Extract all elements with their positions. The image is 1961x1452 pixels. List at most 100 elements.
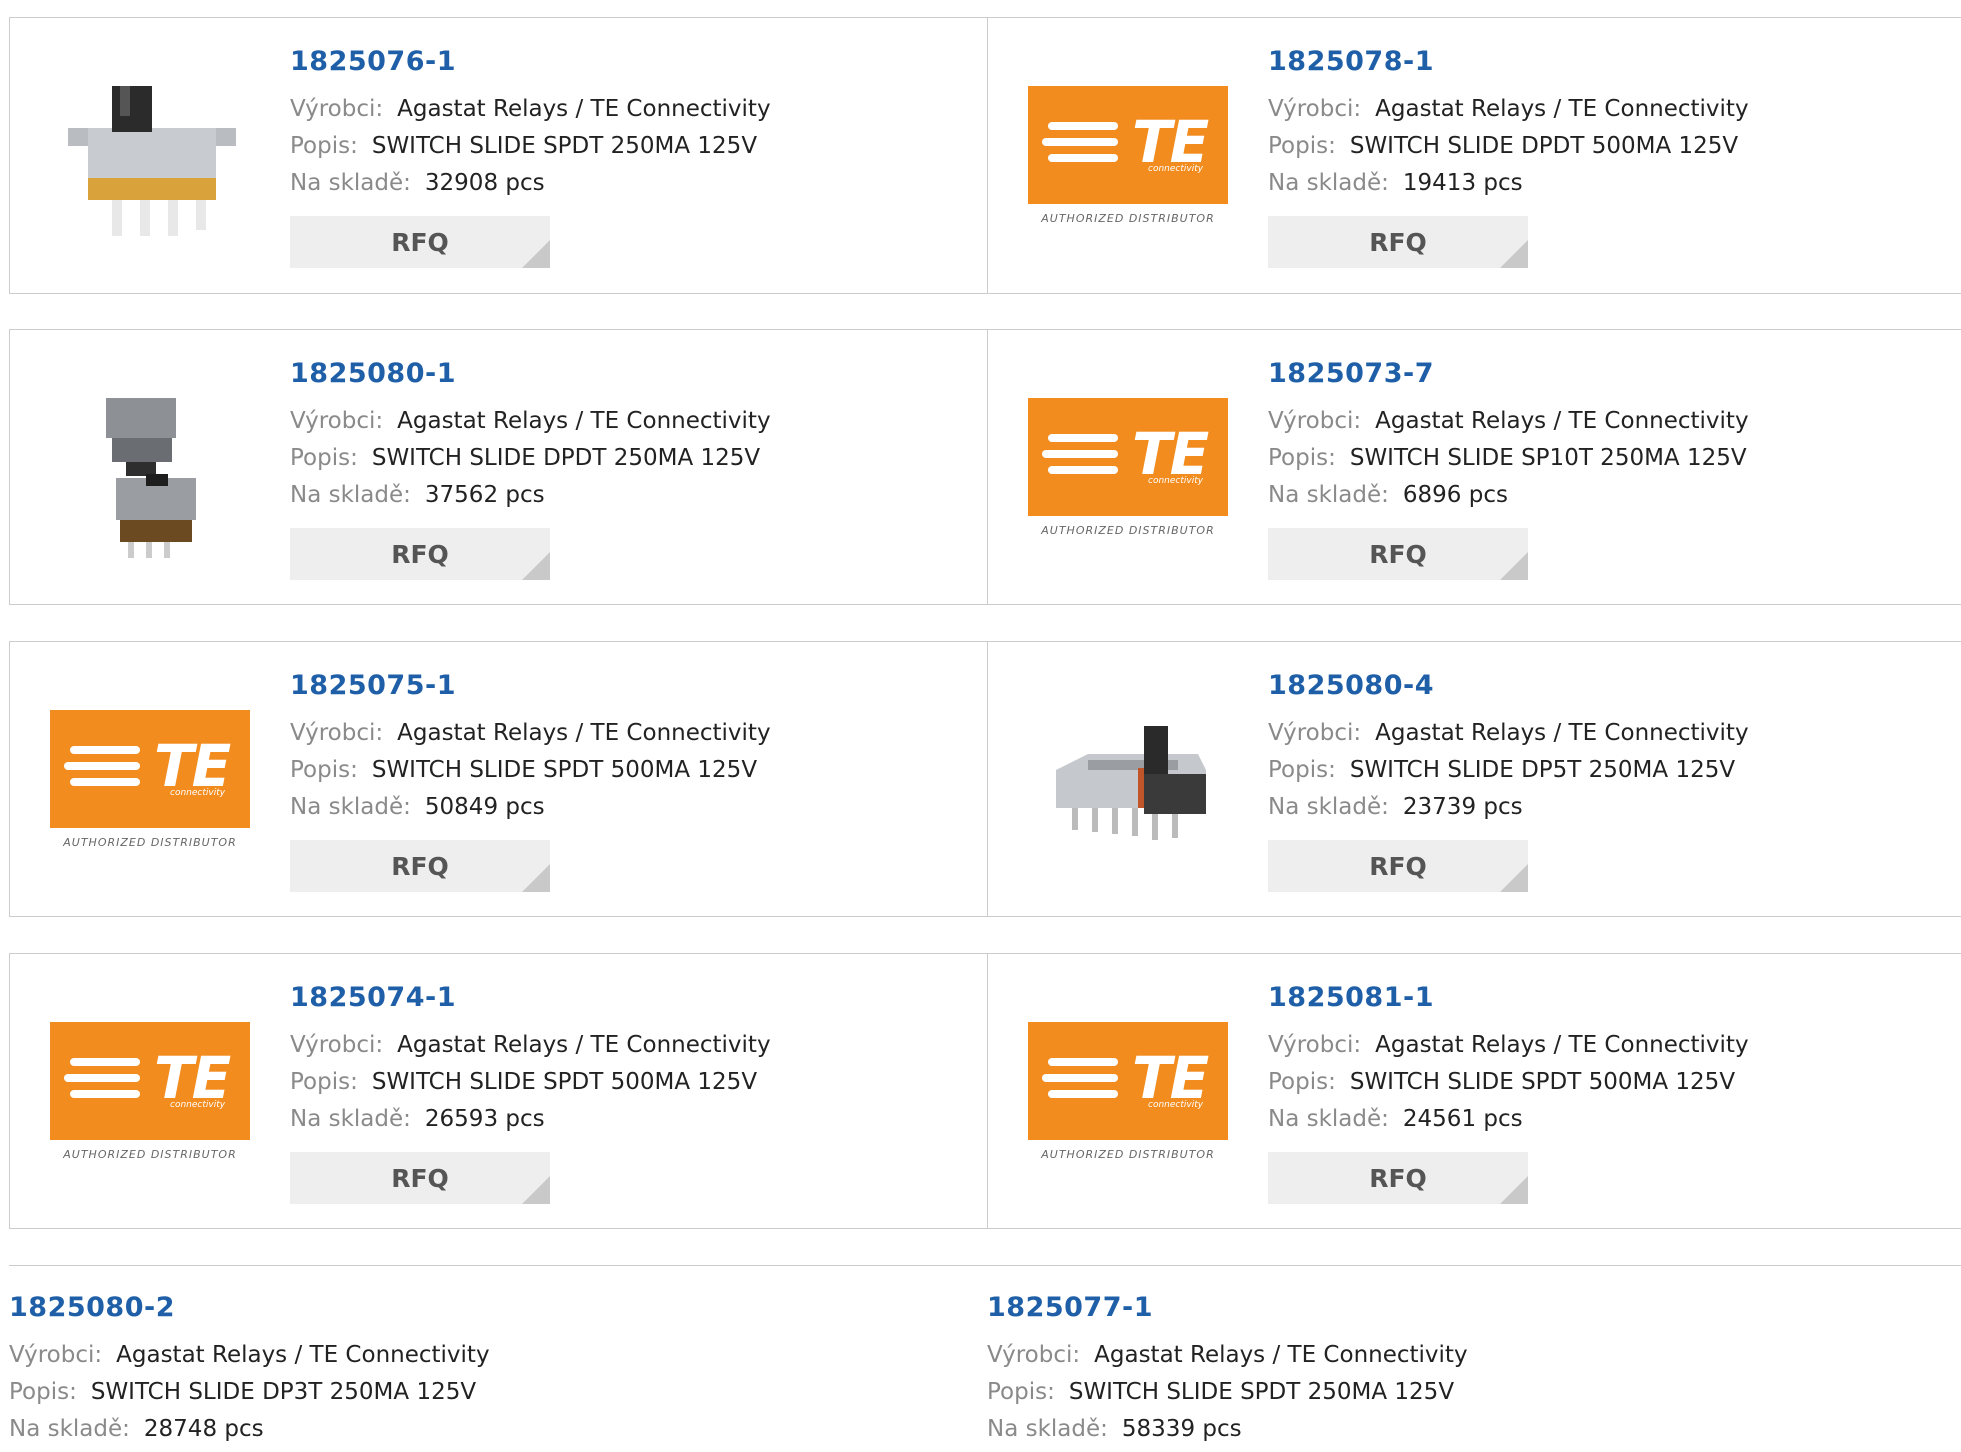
manufacturer-label: Výrobci:: [987, 1342, 1081, 1368]
corner-arrow-icon: [1500, 552, 1528, 580]
stock-value: 19413 pcs: [1402, 170, 1523, 196]
product-card: TE connectivity AUTHORIZED DISTRIBUTOR 1…: [987, 17, 1961, 294]
manufacturer-value: Agastat Relays / TE Connectivity: [397, 720, 771, 746]
manufacturer-label: Výrobci:: [290, 96, 384, 122]
stock-label: Na skladě:: [1268, 794, 1389, 820]
product-image[interactable]: [50, 66, 250, 254]
manufacturer-label: Výrobci:: [9, 1342, 103, 1368]
product-card: 1825076-1 Výrobci: Agastat Relays / TE Co…: [9, 17, 988, 294]
description-value: SWITCH SLIDE DP5T 250MA 125V: [1349, 757, 1736, 783]
stock-label: Na skladě:: [290, 1106, 411, 1132]
part-number-link[interactable]: 1825076-1: [290, 46, 771, 77]
manufacturer-value: Agastat Relays / TE Connectivity: [1375, 408, 1749, 434]
description-value: SWITCH SLIDE SPDT 500MA 125V: [371, 757, 758, 783]
manufacturer-value: Agastat Relays / TE Connectivity: [116, 1342, 490, 1368]
corner-arrow-icon: [1500, 240, 1528, 268]
stock-value: 23739 pcs: [1402, 794, 1523, 820]
stock-label: Na skladě:: [1268, 170, 1389, 196]
corner-arrow-icon: [1500, 1176, 1528, 1204]
description-value: SWITCH SLIDE SPDT 250MA 125V: [371, 133, 758, 159]
manufacturer-value: Agastat Relays / TE Connectivity: [1375, 720, 1749, 746]
part-number-link[interactable]: 1825073-7: [1268, 358, 1749, 389]
product-card: TE connectivity AUTHORIZED DISTRIBUTOR 1…: [987, 329, 1961, 605]
description-label: Popis:: [290, 445, 358, 471]
part-number-link[interactable]: 1825075-1: [290, 670, 771, 701]
manufacturer-value: Agastat Relays / TE Connectivity: [397, 1032, 771, 1058]
rfq-button-label: RFQ: [1369, 851, 1427, 881]
description-value: SWITCH SLIDE SPDT 500MA 125V: [371, 1069, 758, 1095]
description-value: SWITCH SLIDE SP10T 250MA 125V: [1349, 445, 1747, 471]
description-label: Popis:: [9, 1379, 77, 1405]
stock-label: Na skladě:: [290, 482, 411, 508]
rfq-button-label: RFQ: [1369, 539, 1427, 569]
manufacturer-label: Výrobci:: [1268, 720, 1362, 746]
rfq-button[interactable]: RFQ: [290, 528, 550, 580]
rfq-button[interactable]: RFQ: [1268, 1152, 1528, 1204]
corner-arrow-icon: [522, 240, 550, 268]
part-number-link[interactable]: 1825080-4: [1268, 670, 1749, 701]
product-image[interactable]: TE connectivity AUTHORIZED DISTRIBUTOR: [1028, 66, 1228, 254]
product-image[interactable]: [1028, 690, 1228, 878]
product-card: 1825080-2 Výrobci: Agastat Relays / TE Co…: [9, 1265, 988, 1452]
stock-label: Na skladě:: [1268, 1106, 1389, 1132]
stock-value: 32908 pcs: [424, 170, 545, 196]
manufacturer-label: Výrobci:: [290, 720, 384, 746]
part-number-link[interactable]: 1825080-1: [290, 358, 771, 389]
rfq-button-label: RFQ: [391, 227, 449, 257]
product-image[interactable]: TE connectivity AUTHORIZED DISTRIBUTOR: [1028, 1002, 1228, 1190]
description-label: Popis:: [290, 133, 358, 159]
rfq-button[interactable]: RFQ: [290, 216, 550, 268]
te-connectivity-logo: TE connectivity AUTHORIZED DISTRIBUTOR: [1028, 398, 1228, 546]
rfq-button[interactable]: RFQ: [1268, 216, 1528, 268]
te-connectivity-logo: TE connectivity AUTHORIZED DISTRIBUTOR: [50, 710, 250, 858]
manufacturer-value: Agastat Relays / TE Connectivity: [1375, 1032, 1749, 1058]
te-connectivity-logo: TE connectivity AUTHORIZED DISTRIBUTOR: [1028, 86, 1228, 234]
rfq-button[interactable]: RFQ: [290, 840, 550, 892]
product-image[interactable]: [50, 378, 250, 566]
product-card: TE connectivity AUTHORIZED DISTRIBUTOR 1…: [987, 953, 1961, 1229]
description-value: SWITCH SLIDE SPDT 500MA 125V: [1349, 1069, 1736, 1095]
stock-label: Na skladě:: [987, 1416, 1108, 1442]
stock-value: 24561 pcs: [1402, 1106, 1523, 1132]
product-card: TE connectivity AUTHORIZED DISTRIBUTOR 1…: [9, 953, 988, 1229]
part-number-link[interactable]: 1825074-1: [290, 982, 771, 1013]
description-label: Popis:: [1268, 757, 1336, 783]
product-card: 1825080-4 Výrobci: Agastat Relays / TE Co…: [987, 641, 1961, 917]
rfq-button[interactable]: RFQ: [1268, 840, 1528, 892]
description-label: Popis:: [1268, 1069, 1336, 1095]
slide-switch-photo: [68, 86, 236, 236]
rfq-button-label: RFQ: [391, 1163, 449, 1193]
te-connectivity-logo: TE connectivity AUTHORIZED DISTRIBUTOR: [1028, 1022, 1228, 1170]
description-value: SWITCH SLIDE DP3T 250MA 125V: [90, 1379, 477, 1405]
te-connectivity-logo: TE connectivity AUTHORIZED DISTRIBUTOR: [50, 1022, 250, 1170]
rfq-button[interactable]: RFQ: [290, 1152, 550, 1204]
product-image[interactable]: TE connectivity AUTHORIZED DISTRIBUTOR: [50, 690, 250, 878]
product-image[interactable]: TE connectivity AUTHORIZED DISTRIBUTOR: [1028, 378, 1228, 566]
description-label: Popis:: [290, 757, 358, 783]
description-value: SWITCH SLIDE DPDT 250MA 125V: [371, 445, 761, 471]
logo-caption: AUTHORIZED DISTRIBUTOR: [1041, 1148, 1215, 1161]
rfq-button-label: RFQ: [1369, 227, 1427, 257]
stock-label: Na skladě:: [9, 1416, 130, 1442]
slide-switch-photo: [1056, 726, 1206, 840]
logo-caption: AUTHORIZED DISTRIBUTOR: [1041, 212, 1215, 225]
product-image[interactable]: TE connectivity AUTHORIZED DISTRIBUTOR: [50, 1002, 250, 1190]
manufacturer-value: Agastat Relays / TE Connectivity: [1094, 1342, 1468, 1368]
description-value: SWITCH SLIDE SPDT 250MA 125V: [1068, 1379, 1455, 1405]
part-number-link[interactable]: 1825080-2: [9, 1292, 490, 1323]
corner-arrow-icon: [1500, 864, 1528, 892]
manufacturer-value: Agastat Relays / TE Connectivity: [397, 408, 771, 434]
stock-value: 37562 pcs: [424, 482, 545, 508]
rfq-button-label: RFQ: [391, 851, 449, 881]
logo-caption: AUTHORIZED DISTRIBUTOR: [63, 1148, 237, 1161]
part-number-link[interactable]: 1825081-1: [1268, 982, 1749, 1013]
stock-value: 6896 pcs: [1402, 482, 1508, 508]
part-number-link[interactable]: 1825078-1: [1268, 46, 1749, 77]
manufacturer-value: Agastat Relays / TE Connectivity: [397, 96, 771, 122]
corner-arrow-icon: [522, 552, 550, 580]
product-card: 1825077-1 Výrobci: Agastat Relays / TE Co…: [987, 1265, 1961, 1452]
stock-label: Na skladě:: [290, 170, 411, 196]
part-number-link[interactable]: 1825077-1: [987, 1292, 1468, 1323]
rfq-button[interactable]: RFQ: [1268, 528, 1528, 580]
description-label: Popis:: [1268, 133, 1336, 159]
